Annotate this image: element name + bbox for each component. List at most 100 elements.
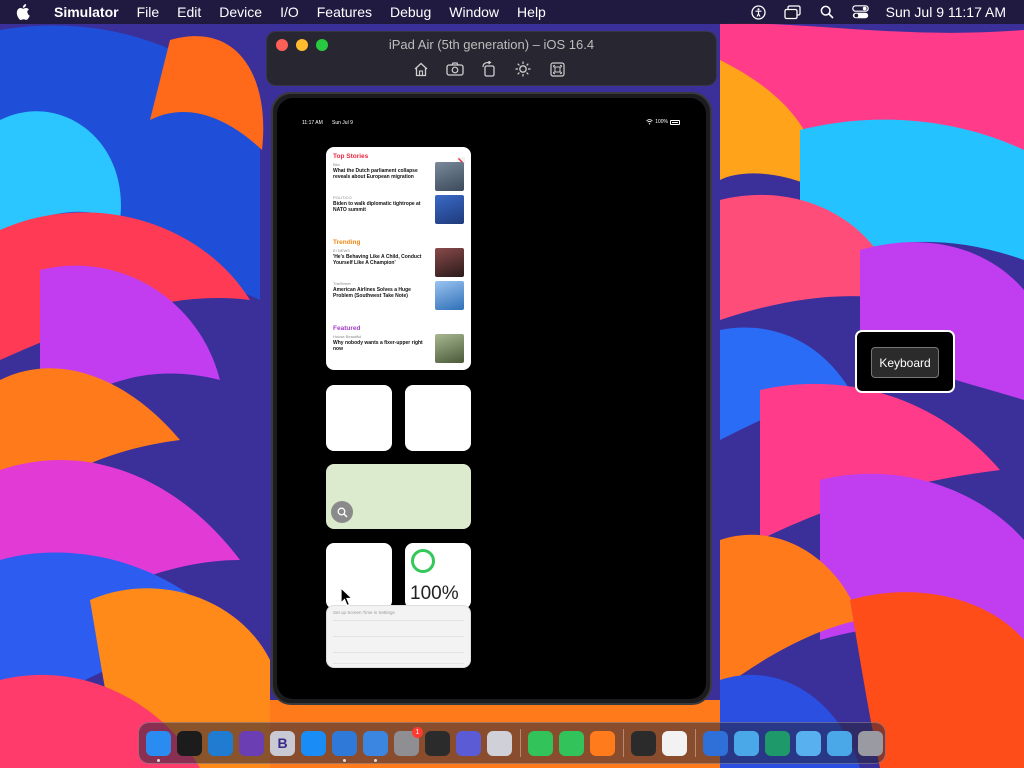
story-thumbnail <box>435 195 464 224</box>
dock-xcode-cloud-icon[interactable] <box>765 730 790 756</box>
rotate-device-icon[interactable] <box>478 59 500 79</box>
screen-time-widget[interactable]: Set up Screen Time in Settings <box>326 605 471 668</box>
ipad-battery-percent: 100% <box>655 119 668 125</box>
dock-system-settings-icon[interactable]: 1 <box>394 726 423 756</box>
spotlight-search-icon[interactable] <box>818 3 836 21</box>
menu-edit[interactable]: Edit <box>177 4 201 20</box>
blank-widget-small[interactable] <box>326 385 392 451</box>
chart-baseline <box>333 663 464 664</box>
news-section-top-stories: Top Stories Bbc What the Dutch parliamen… <box>333 153 464 228</box>
menu-bar-status-area: Sun Jul 9 11:17 AM <box>734 0 1006 24</box>
blank-widget-small[interactable] <box>326 543 392 609</box>
mouse-cursor-icon <box>340 587 354 607</box>
dock-simulator-icon[interactable] <box>363 730 388 762</box>
dock-visual-studio-icon[interactable] <box>239 730 264 756</box>
menu-file[interactable]: File <box>137 4 160 20</box>
ipad-status-time: 11:17 AM <box>302 120 323 126</box>
dock-finder-icon[interactable] <box>146 730 171 762</box>
screenshot-camera-icon[interactable] <box>444 59 466 79</box>
menu-app-name[interactable]: Simulator <box>54 4 119 20</box>
dock-documents-icon[interactable] <box>796 730 821 756</box>
dock-screen-sharing-icon[interactable] <box>703 730 728 756</box>
ipad-device-frame: 11:17 AM Sun Jul 9 100% Top Stories Bbc … <box>271 92 712 705</box>
dock-launchpad-icon[interactable] <box>487 730 512 756</box>
chart-gridline <box>333 652 464 653</box>
dock-folder-icon[interactable] <box>734 730 759 756</box>
story-thumbnail <box>435 162 464 191</box>
screen-time-setup-text: Set up Screen Time in Settings <box>333 610 395 615</box>
ipad-status-date: Sun Jul 9 <box>332 120 353 126</box>
story-thumbnail <box>435 248 464 277</box>
simulator-window-toolbar: iPad Air (5th generation) – iOS 16.4 <box>266 31 717 86</box>
section-title-trending: Trending <box>333 239 361 246</box>
menu-window[interactable]: Window <box>449 4 499 20</box>
dock-separator <box>695 729 696 757</box>
dock-firefox-icon[interactable] <box>590 730 615 756</box>
menu-debug[interactable]: Debug <box>390 4 431 20</box>
accessibility-icon[interactable] <box>750 3 768 21</box>
search-widget[interactable] <box>326 464 471 529</box>
screen-mirroring-icon[interactable] <box>784 3 802 21</box>
news-section-trending: Trending E! NEWS 'He's Behaving Like A C… <box>333 239 464 314</box>
dock-textedit-icon[interactable] <box>662 730 687 756</box>
story-headline: Biden to walk diplomatic tightrope at NA… <box>333 201 421 213</box>
menu-help[interactable]: Help <box>517 4 546 20</box>
battery-widget-percent: 100% <box>410 583 459 604</box>
home-icon[interactable] <box>410 59 432 79</box>
menu-io[interactable]: I/O <box>280 4 299 20</box>
news-story[interactable]: E! NEWS 'He's Behaving Like A Child, Con… <box>333 248 464 281</box>
dock-messages-icon[interactable] <box>559 730 584 756</box>
dock-xcode-icon[interactable] <box>332 730 357 762</box>
batteries-widget[interactable]: 100% <box>405 543 471 609</box>
story-headline: Why nobody wants a fixer-upper right now <box>333 340 423 352</box>
dock-separator <box>520 729 521 757</box>
news-section-featured: Featured House Beautiful Why nobody want… <box>333 325 464 367</box>
story-headline: What the Dutch parliament collapse revea… <box>333 168 418 180</box>
story-headline: 'He's Behaving Like A Child, Conduct You… <box>333 254 422 266</box>
dock-glyph: B <box>277 735 288 751</box>
search-icon <box>331 501 353 523</box>
notification-badge: 1 <box>412 726 423 738</box>
apple-menu-icon[interactable] <box>16 0 38 24</box>
dock-downloads-icon[interactable] <box>827 730 852 756</box>
wifi-icon <box>646 119 653 125</box>
dock-bbedit-icon[interactable]: B <box>270 730 295 756</box>
story-headline: American Airlines Solves a Huge Problem … <box>333 287 411 299</box>
ipad-status-right: 100% <box>646 119 680 125</box>
news-story[interactable]: House Beautiful Why nobody wants a fixer… <box>333 334 464 367</box>
chart-gridline <box>333 636 464 637</box>
section-title-featured: Featured <box>333 325 361 332</box>
story-thumbnail <box>435 281 464 310</box>
menu-bar-clock[interactable]: Sun Jul 9 11:17 AM <box>886 4 1006 20</box>
menu-features[interactable]: Features <box>317 4 372 20</box>
story-thumbnail <box>435 334 464 363</box>
menu-device[interactable]: Device <box>219 4 262 20</box>
dock-trash-icon[interactable] <box>858 730 883 756</box>
simulator-window-title: iPad Air (5th generation) – iOS 16.4 <box>388 37 595 52</box>
blank-widget-small[interactable] <box>405 385 471 451</box>
dock-facetime-icon[interactable] <box>528 730 553 756</box>
simulator-tools <box>410 59 580 79</box>
news-widget[interactable]: Top Stories Bbc What the Dutch parliamen… <box>326 147 471 370</box>
dock-terminal-icon[interactable] <box>177 730 202 756</box>
news-story[interactable]: Bbc What the Dutch parliament collapse r… <box>333 162 464 195</box>
dock: B1 <box>138 722 886 764</box>
dock-separator <box>623 729 624 757</box>
chart-gridline <box>333 620 464 621</box>
news-story[interactable]: POLITICO Biden to walk diplomatic tightr… <box>333 195 464 228</box>
battery-level-ring <box>411 549 435 573</box>
dock-app-store-icon[interactable] <box>301 730 326 756</box>
ipad-home-screen[interactable]: 11:17 AM Sun Jul 9 100% Top Stories Bbc … <box>277 98 706 699</box>
news-story[interactable]: TheStreet American Airlines Solves a Hug… <box>333 281 464 314</box>
keyboard-button[interactable]: Keyboard <box>871 347 939 378</box>
dock-activity-monitor-icon[interactable] <box>425 730 450 756</box>
appearance-brightness-icon[interactable] <box>512 59 534 79</box>
command-key-icon[interactable] <box>546 59 568 79</box>
keyboard-overlay-panel: Keyboard <box>855 330 955 393</box>
dock-reality-composer-icon[interactable] <box>456 730 481 756</box>
section-title-top-stories: Top Stories <box>333 153 369 160</box>
dock-console-icon[interactable] <box>631 730 656 756</box>
battery-icon <box>670 119 680 125</box>
dock-visual-studio-code-icon[interactable] <box>208 730 233 756</box>
control-center-icon[interactable] <box>852 3 870 21</box>
